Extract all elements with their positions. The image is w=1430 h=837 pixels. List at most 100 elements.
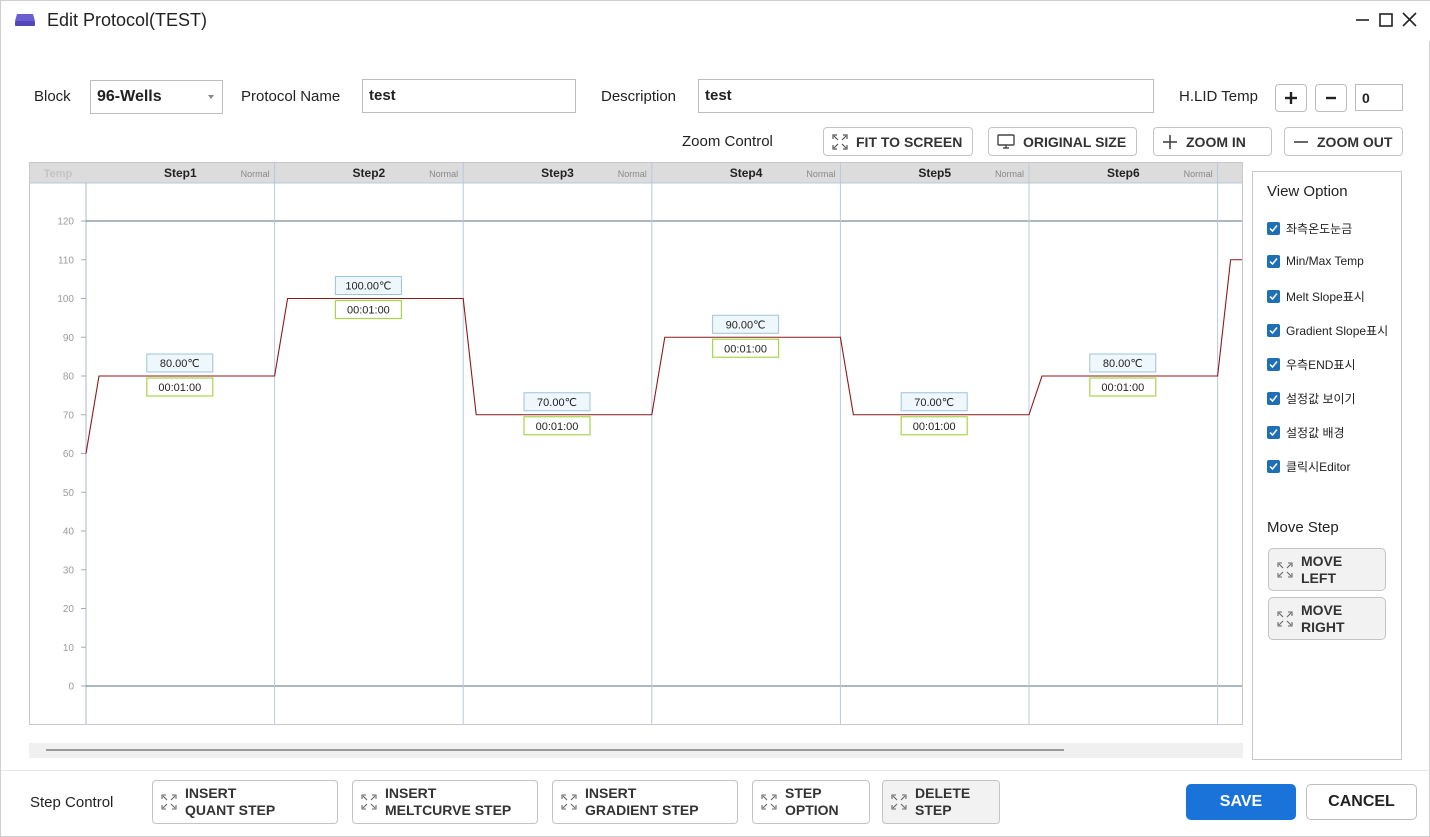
hlid-decrease-button[interactable] xyxy=(1315,84,1347,112)
fit-to-screen-label: FIT TO SCREEN xyxy=(856,133,963,150)
chart-horizontal-scrollbar[interactable] xyxy=(29,743,1243,758)
cancel-button[interactable]: CANCEL xyxy=(1306,784,1417,820)
zoom-control-label: Zoom Control xyxy=(682,133,773,150)
view-option-item[interactable]: 설정값 배경 xyxy=(1267,424,1345,441)
move-left-label: MOVE LEFT xyxy=(1301,553,1342,587)
view-option-label: Gradient Slope표시 xyxy=(1286,324,1389,338)
view-option-item[interactable]: 우측END표시 xyxy=(1267,356,1356,373)
move-right-line2: RIGHT xyxy=(1301,618,1345,635)
step-name: Step1 xyxy=(164,166,197,180)
minimize-icon[interactable] xyxy=(1353,10,1373,30)
description-label: Description xyxy=(601,88,677,105)
insert-quant-line1: INSERT xyxy=(185,785,237,801)
step-option-line2: OPTION xyxy=(785,802,839,818)
title-bar: Edit Protocol(TEST) xyxy=(1,1,1430,41)
y-tick-label: 120 xyxy=(57,217,74,228)
move-step-title: Move Step xyxy=(1267,519,1339,536)
save-button[interactable]: SAVE xyxy=(1186,784,1296,820)
checkbox-icon[interactable] xyxy=(1267,254,1280,268)
step-temp-label: 80.00℃ xyxy=(160,358,200,370)
view-option-item[interactable]: 설정값 보이기 xyxy=(1267,390,1356,407)
step-temp-label: 70.00℃ xyxy=(914,397,954,409)
insert-melt-line1: INSERT xyxy=(385,785,437,801)
protocol-name-label: Protocol Name xyxy=(241,88,341,105)
hlid-increase-button[interactable] xyxy=(1275,84,1307,112)
delete-step-button[interactable]: DELETE STEP xyxy=(882,780,1000,824)
checkbox-icon[interactable] xyxy=(1267,460,1280,473)
checkbox-icon[interactable] xyxy=(1267,222,1280,235)
original-size-button[interactable]: ORIGINAL SIZE xyxy=(988,127,1137,156)
close-icon[interactable] xyxy=(1400,10,1420,30)
y-tick-label: 50 xyxy=(63,488,75,499)
step-name: Step2 xyxy=(353,166,386,180)
checkbox-icon[interactable] xyxy=(1267,324,1280,337)
view-option-item[interactable]: 좌측온도눈금 xyxy=(1267,220,1352,237)
y-axis-title: Temp xyxy=(44,168,73,180)
block-select-value: 96-Wells xyxy=(97,88,162,105)
fit-to-screen-button[interactable]: FIT TO SCREEN xyxy=(823,127,973,156)
view-option-item[interactable]: 클릭시Editor xyxy=(1267,458,1350,475)
insert-quant-step-button[interactable]: INSERT QUANT STEP xyxy=(152,780,338,824)
view-option-item[interactable]: Min/Max Temp xyxy=(1267,254,1364,268)
y-tick-label: 60 xyxy=(63,449,75,460)
hlid-temp-input[interactable]: 0 xyxy=(1355,84,1403,111)
plus-icon xyxy=(1163,134,1177,149)
step-name: Step4 xyxy=(730,166,763,180)
y-tick-label: 100 xyxy=(57,294,74,305)
maximize-icon[interactable] xyxy=(1377,10,1397,30)
scrollbar-thumb[interactable] xyxy=(46,749,1064,751)
step-option-line1: STEP xyxy=(785,785,822,801)
step-option-label: STEP OPTION xyxy=(785,785,839,819)
expand-icon xyxy=(761,794,777,810)
step-temp-label: 70.00℃ xyxy=(537,397,577,409)
expand-icon xyxy=(891,794,907,810)
step-time-label: 00:01:00 xyxy=(158,382,201,394)
insert-meltcurve-step-button[interactable]: INSERT MELTCURVE STEP xyxy=(352,780,538,824)
view-option-label: 우측END표시 xyxy=(1286,358,1356,372)
delete-step-line2: STEP xyxy=(915,802,952,818)
delete-step-label: DELETE STEP xyxy=(915,785,970,819)
y-tick-label: 90 xyxy=(63,333,75,344)
checkbox-icon[interactable] xyxy=(1267,358,1280,371)
window-title: Edit Protocol(TEST) xyxy=(47,10,208,30)
step-option-button[interactable]: STEP OPTION xyxy=(752,780,870,824)
delete-step-line1: DELETE xyxy=(915,785,971,801)
checkbox-icon[interactable] xyxy=(1267,290,1280,303)
step-temp-label: 100.00℃ xyxy=(345,281,391,293)
checkbox-icon[interactable] xyxy=(1267,426,1280,439)
checkbox-icon[interactable] xyxy=(1267,392,1280,405)
description-input[interactable]: test xyxy=(698,79,1154,113)
y-tick-label: 30 xyxy=(63,565,75,576)
insert-gradient-step-button[interactable]: INSERT GRADIENT STEP xyxy=(552,780,738,824)
expand-icon xyxy=(561,794,577,810)
expand-icon xyxy=(832,133,848,150)
insert-gradient-line1: INSERT xyxy=(585,785,637,801)
original-size-label: ORIGINAL SIZE xyxy=(1023,133,1127,150)
move-left-button[interactable]: MOVE LEFT xyxy=(1268,548,1386,591)
view-option-label: 설정값 배경 xyxy=(1286,426,1345,440)
protocol-name-input[interactable]: test xyxy=(362,79,576,113)
step-time-label: 00:01:00 xyxy=(536,421,579,433)
y-tick-label: 20 xyxy=(63,604,75,615)
insert-gradient-line2: GRADIENT STEP xyxy=(585,802,699,818)
y-tick-label: 10 xyxy=(63,643,75,654)
move-right-label: MOVE RIGHT xyxy=(1301,602,1345,636)
protocol-chart[interactable]: Temp 0 10 20 30 40 50 60 70 80 90 100 110 120 Step1 Nor… xyxy=(29,162,1243,725)
step-name: Step6 xyxy=(1107,166,1140,180)
zoom-in-button[interactable]: ZOOM IN xyxy=(1153,127,1272,156)
insert-meltcurve-step-label: INSERT MELTCURVE STEP xyxy=(385,785,511,819)
step-time-label: 00:01:00 xyxy=(1101,382,1144,394)
move-left-line1: MOVE xyxy=(1301,552,1343,569)
view-option-item[interactable]: Gradient Slope표시 xyxy=(1267,322,1388,339)
move-right-button[interactable]: MOVE RIGHT xyxy=(1268,597,1386,640)
step-mode: Normal xyxy=(995,169,1024,179)
block-select[interactable]: 96-Wells xyxy=(90,80,223,114)
insert-quant-line2: QUANT STEP xyxy=(185,802,276,818)
protocol-chart-svg: Temp 0 10 20 30 40 50 60 70 80 90 100 110 120 Step1 Nor… xyxy=(30,163,1242,724)
view-option-item[interactable]: Melt Slope표시 xyxy=(1267,288,1365,305)
zoom-out-button[interactable]: ZOOM OUT xyxy=(1284,127,1403,156)
y-tick-label: 80 xyxy=(63,372,75,383)
minus-icon xyxy=(1326,96,1336,100)
zoom-out-label: ZOOM OUT xyxy=(1317,133,1393,150)
step-time-label: 00:01:00 xyxy=(724,343,767,355)
